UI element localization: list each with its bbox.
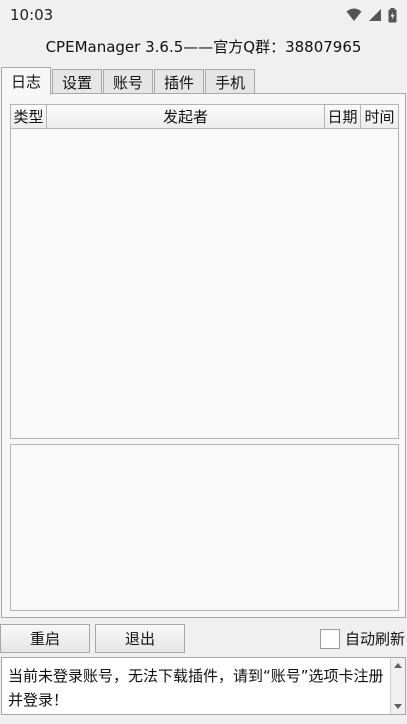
status-time: 10:03	[10, 6, 54, 24]
scroll-down-icon[interactable]	[394, 704, 402, 709]
message-scrollbar[interactable]	[390, 658, 405, 714]
tab-settings[interactable]: 设置	[52, 69, 103, 94]
signal-icon	[369, 9, 381, 21]
tab-plugins[interactable]: 插件	[154, 69, 205, 94]
bottom-bar: 重启 退出 自动刷新	[0, 624, 407, 654]
message-text: 当前未登录账号，无法下载插件，请到“账号”选项卡注册并登录！	[8, 667, 384, 709]
message-box[interactable]: 当前未登录账号，无法下载插件，请到“账号”选项卡注册并登录！	[1, 657, 406, 715]
tab-phone[interactable]: 手机	[205, 69, 256, 94]
log-panel: 类型 发起者 日期 时间	[1, 93, 406, 618]
restart-button[interactable]: 重启	[0, 624, 90, 653]
auto-refresh-toggle[interactable]: 自动刷新	[319, 628, 405, 649]
tab-log[interactable]: 日志	[1, 67, 52, 95]
status-bar: 10:03	[0, 0, 407, 30]
column-header-type[interactable]: 类型	[11, 105, 47, 128]
exit-button[interactable]: 退出	[95, 624, 185, 653]
wifi-icon	[346, 8, 362, 21]
column-header-initiator[interactable]: 发起者	[47, 105, 325, 128]
status-icons	[346, 7, 397, 23]
window-title: CPEManager 3.6.5——官方Q群：38807965	[45, 38, 362, 56]
scroll-up-icon[interactable]	[394, 663, 402, 668]
log-table[interactable]: 类型 发起者 日期 时间	[10, 104, 399, 439]
log-detail-box[interactable]	[10, 444, 399, 611]
nav-area	[0, 718, 407, 724]
log-table-header: 类型 发起者 日期 时间	[11, 105, 398, 129]
tab-bar: 日志 设置 账号 插件 手机	[0, 66, 407, 95]
column-header-time[interactable]: 时间	[361, 105, 398, 128]
auto-refresh-label: 自动刷新	[344, 630, 405, 648]
tab-account[interactable]: 账号	[103, 69, 154, 94]
column-header-date[interactable]: 日期	[325, 105, 361, 128]
battery-icon	[388, 7, 397, 22]
auto-refresh-checkbox[interactable]	[319, 628, 340, 649]
